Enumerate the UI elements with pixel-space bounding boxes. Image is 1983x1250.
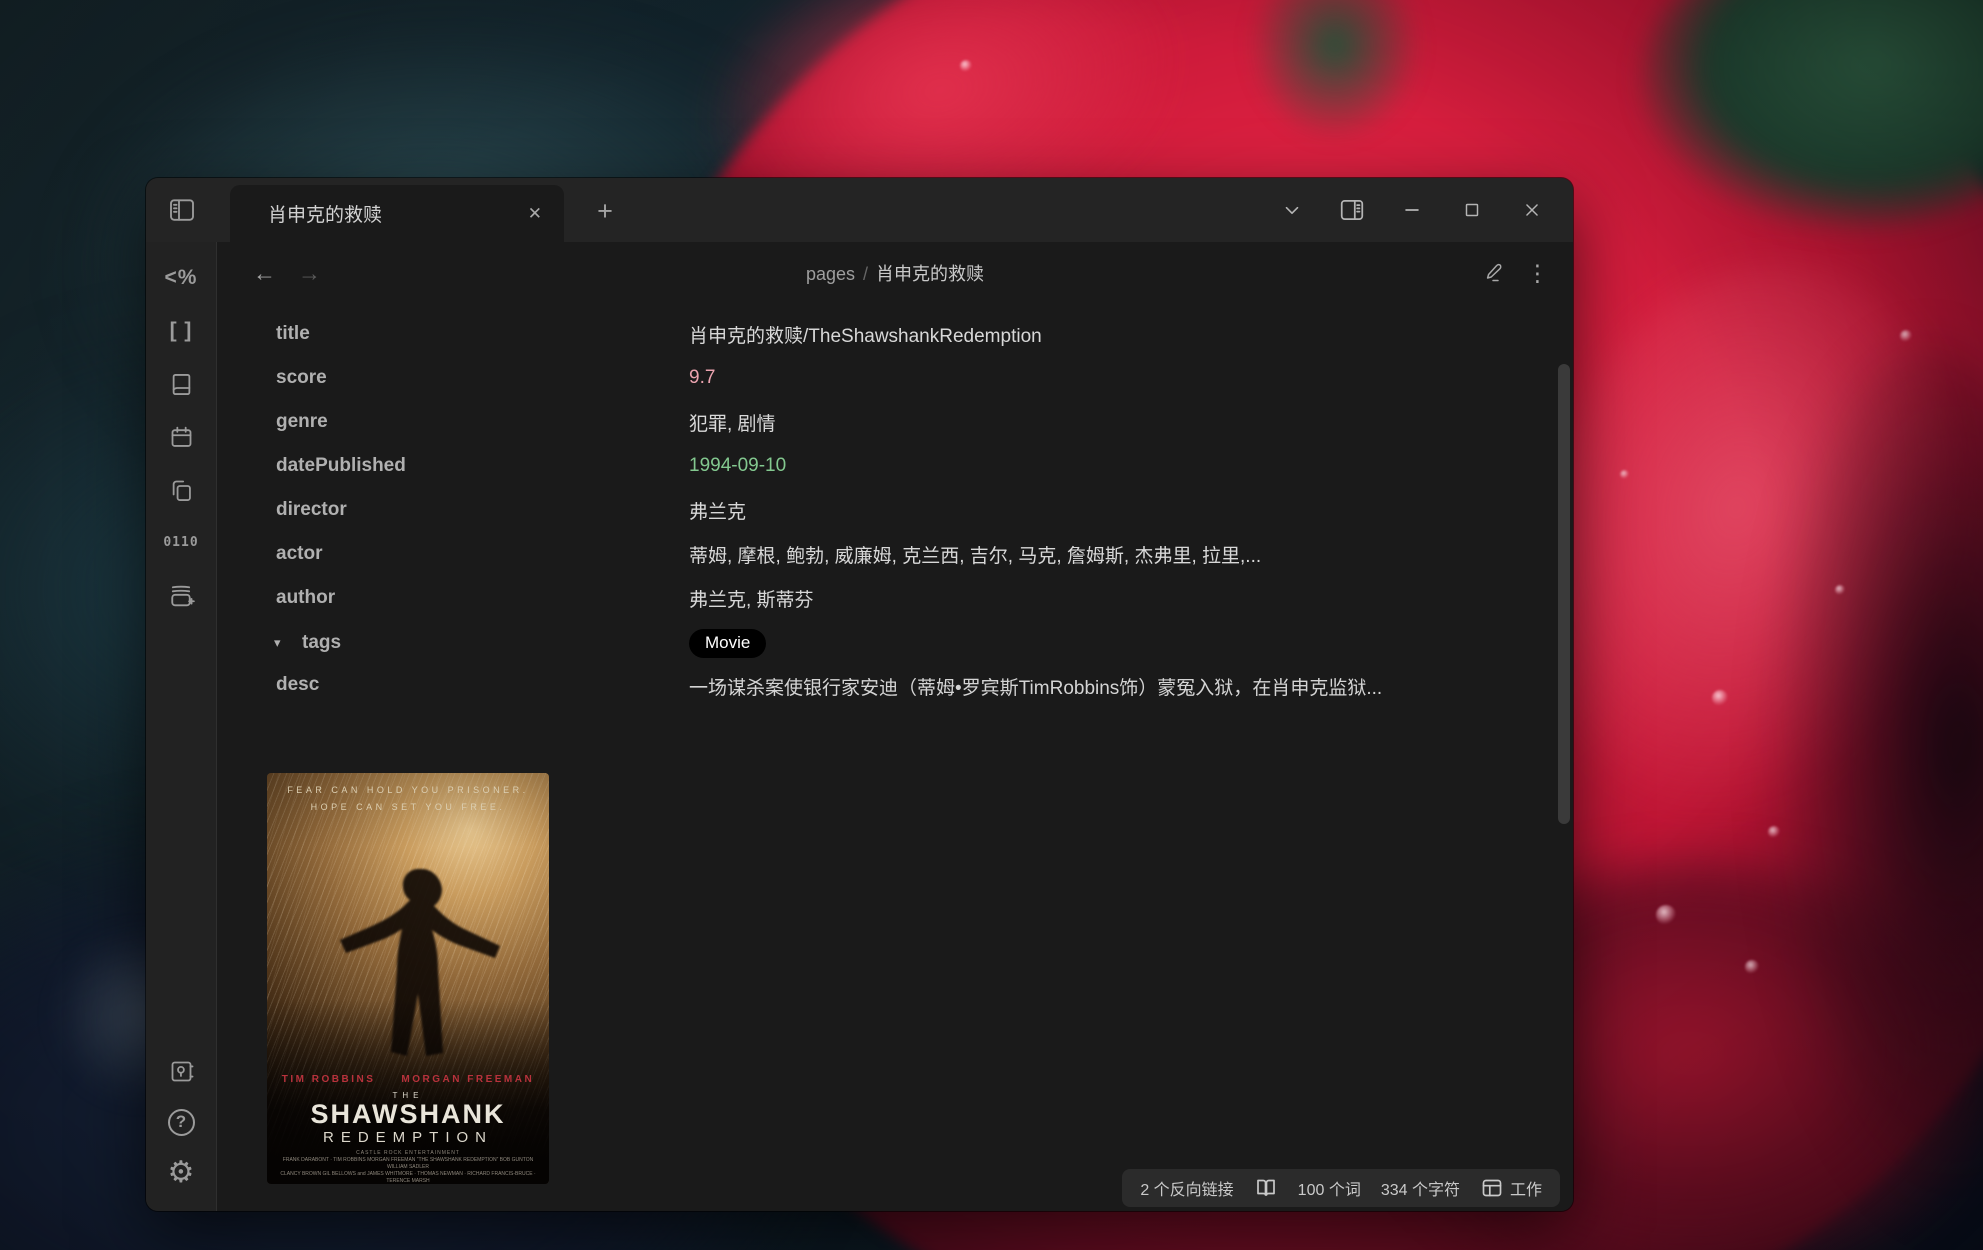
toggle-right-dock-button[interactable] — [1329, 190, 1375, 230]
tab-close-icon[interactable]: ✕ — [528, 204, 542, 224]
attr-value[interactable]: 弗兰克, 斯蒂芬 — [689, 585, 814, 612]
attr-value[interactable]: 9.7 — [689, 367, 715, 389]
status-bar: 2 个反向链接 100 个词 334 个字符 — [1122, 1169, 1560, 1207]
attr-value[interactable]: 一场谋杀案使银行家安迪（蒂姆•罗宾斯TimRobbins饰）蒙冤入狱，在肖申克监… — [689, 674, 1434, 703]
attr-row-director: director 弗兰克 — [276, 488, 1506, 532]
app-window: 肖申克的救赎 ✕ + — [146, 178, 1573, 1211]
binary-icon[interactable]: 01 10 — [160, 523, 202, 563]
back-button[interactable]: ← — [253, 260, 276, 287]
attr-value: Movie — [689, 629, 766, 658]
attr-value[interactable]: 弗兰克 — [689, 497, 746, 524]
workspace-name: 工作 — [1510, 1176, 1542, 1200]
attr-row-author: author 弗兰克, 斯蒂芬 — [276, 576, 1506, 620]
edit-pen-icon[interactable] — [1482, 261, 1506, 285]
close-icon — [1521, 199, 1543, 221]
breadcrumb-current[interactable]: 肖申克的救赎 — [876, 264, 984, 284]
attr-value[interactable]: 蒂姆, 摩根, 鲍勃, 威廉姆, 克兰西, 吉尔, 马克, 詹姆斯, 杰弗里, … — [689, 541, 1261, 568]
editor-pane: ← → pages / 肖申克的救赎 ⋮ — [217, 242, 1573, 1211]
attr-value[interactable]: 肖申克的救赎/TheShawshankRedemption — [689, 321, 1042, 348]
breadcrumb-separator: / — [863, 264, 868, 284]
settings-gear-icon[interactable]: ⚙ — [160, 1153, 202, 1193]
workspace-icon — [1480, 1176, 1504, 1200]
attr-key[interactable]: genre — [276, 411, 689, 433]
minimize-icon — [1401, 199, 1423, 221]
book-icon[interactable] — [160, 364, 202, 404]
poster-credits: FRANK DARABONT · TIM ROBBINS MORGAN FREE… — [275, 1157, 541, 1184]
poster-tagline-1: FEAR CAN HOLD YOU PRISONER. — [267, 785, 549, 795]
copy-icon[interactable] — [160, 470, 202, 510]
poster-tagline-2: HOPE CAN SET YOU FREE. — [267, 802, 549, 812]
stack-add-icon[interactable] — [160, 576, 202, 616]
maximize-button[interactable] — [1449, 190, 1495, 230]
breadcrumb: pages / 肖申克的救赎 — [217, 260, 1573, 286]
vault-icon[interactable] — [160, 1051, 202, 1091]
tags-key-label: tags — [302, 632, 341, 653]
new-tab-button[interactable]: + — [584, 192, 626, 230]
binary-line2: 10 — [181, 537, 199, 549]
help-icon[interactable]: ? — [160, 1102, 202, 1142]
attr-row-actor: actor 蒂姆, 摩根, 鲍勃, 威廉姆, 克兰西, 吉尔, 马克, 詹姆斯,… — [276, 532, 1506, 576]
movie-poster-image[interactable]: FEAR CAN HOLD YOU PRISONER. HOPE CAN SET… — [267, 773, 549, 1184]
desktop: 肖申克的救赎 ✕ + — [0, 0, 1983, 1250]
attr-value[interactable]: 犯罪, 剧情 — [689, 409, 776, 436]
binary-line1: 01 — [163, 537, 181, 549]
help-glyph: ? — [168, 1109, 195, 1136]
word-count[interactable]: 100 个词 — [1298, 1176, 1361, 1200]
attr-row-datepublished: datePublished 1994-09-10 — [276, 444, 1506, 488]
gear-glyph: ⚙ — [168, 1158, 195, 1188]
poster-title-main: SHAWSHANK — [267, 1099, 549, 1130]
attr-key[interactable]: desc — [276, 674, 689, 696]
backlinks-count[interactable]: 2 个反向链接 — [1140, 1176, 1233, 1200]
attr-key[interactable]: datePublished — [276, 455, 689, 477]
kebab-menu-icon[interactable]: ⋮ — [1526, 262, 1549, 284]
brackets-icon[interactable]: [ ] — [160, 311, 202, 351]
attr-row-score: score 9.7 — [276, 356, 1506, 400]
tab-shawshank[interactable]: 肖申克的救赎 ✕ — [230, 185, 564, 242]
titlebar: 肖申克的救赎 ✕ + — [146, 178, 1573, 242]
maximize-icon — [1461, 199, 1483, 221]
attr-value[interactable]: 1994-09-10 — [689, 455, 786, 477]
tag-pill-movie[interactable]: Movie — [689, 629, 766, 658]
char-count: 334 个字符 — [1381, 1176, 1460, 1200]
poster-title-sub: REDEMPTION — [267, 1129, 549, 1146]
panel-left-toggle-icon — [167, 195, 197, 225]
dock-right-toggle-icon — [1338, 196, 1366, 224]
toggle-dock-button[interactable] — [146, 178, 217, 242]
breadcrumb-parent[interactable]: pages — [806, 264, 855, 284]
attr-key[interactable]: actor — [276, 543, 689, 565]
attr-row-tags: ▾ tags Movie — [276, 620, 1506, 666]
forward-button[interactable]: → — [298, 260, 321, 287]
attr-row-desc: desc 一场谋杀案使银行家安迪（蒂姆•罗宾斯TimRobbins饰）蒙冤入狱，… — [276, 666, 1506, 710]
attr-key[interactable]: score — [276, 367, 689, 389]
attr-key[interactable]: title — [276, 323, 689, 345]
attr-key[interactable]: director — [276, 499, 689, 521]
poster-studio-line: CASTLE ROCK ENTERTAINMENT — [267, 1150, 549, 1156]
calendar-icon[interactable] — [160, 417, 202, 457]
vertical-scrollbar-thumb[interactable] — [1558, 364, 1570, 824]
left-dock: <% [ ] — [146, 242, 217, 1211]
attr-row-genre: genre 犯罪, 剧情 — [276, 400, 1506, 444]
dock-bottom-group: ? ⚙ — [160, 1051, 202, 1193]
poster-actor-left: TIM ROBBINS — [282, 1074, 376, 1085]
open-book-icon — [1254, 1176, 1278, 1200]
attr-key[interactable]: author — [276, 587, 689, 609]
chevron-down-icon — [1281, 199, 1303, 221]
attribute-table: title 肖申克的救赎/TheShawshankRedemption scor… — [276, 312, 1506, 710]
collapse-caret-icon[interactable]: ▾ — [274, 635, 281, 651]
minimize-button[interactable] — [1389, 190, 1435, 230]
tab-menu-button[interactable] — [1269, 190, 1315, 230]
close-window-button[interactable] — [1509, 190, 1555, 230]
tab-title: 肖申克的救赎 — [268, 200, 528, 227]
window-controls — [1269, 178, 1573, 242]
breadcrumb-bar: ← → pages / 肖申克的救赎 ⋮ — [217, 242, 1573, 304]
attr-key[interactable]: ▾ tags — [276, 632, 689, 654]
attr-row-title: title 肖申克的救赎/TheShawshankRedemption — [276, 312, 1506, 356]
template-icon[interactable]: <% — [160, 258, 202, 298]
poster-actor-right: MORGAN FREEMAN — [401, 1074, 534, 1085]
workspace-switcher[interactable]: 工作 — [1480, 1176, 1542, 1200]
